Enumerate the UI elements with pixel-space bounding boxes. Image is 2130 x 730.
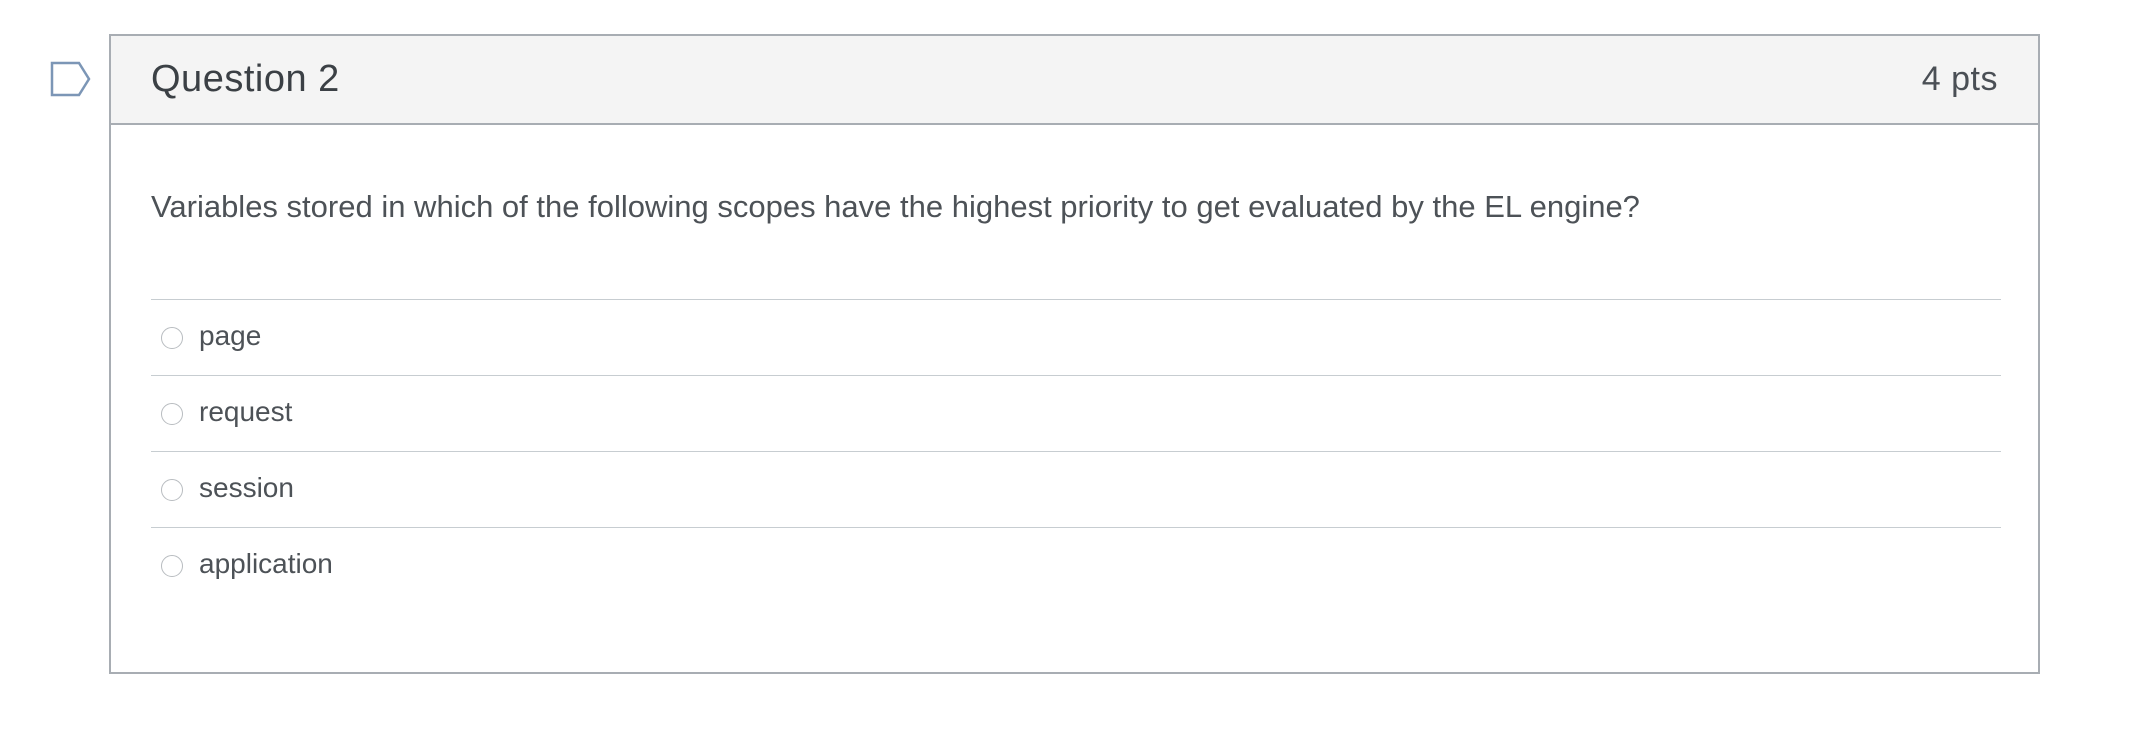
- question-header: Question 2 4 pts: [111, 36, 2038, 125]
- radio-button[interactable]: [161, 402, 183, 425]
- radio-button[interactable]: [161, 554, 183, 577]
- answer-option-page[interactable]: page: [151, 300, 2001, 376]
- question-points: 4 pts: [1921, 60, 1998, 98]
- quiz-page: Question 2 4 pts Variables stored in whi…: [0, 0, 2130, 730]
- answer-label: application: [199, 547, 333, 579]
- question-text: Variables stored in which of the followi…: [151, 189, 1640, 224]
- radio-button[interactable]: [161, 478, 183, 501]
- question-body: Variables stored in which of the followi…: [111, 187, 2038, 603]
- flag-question-icon[interactable]: [50, 61, 92, 97]
- answer-label: request: [199, 395, 293, 427]
- answer-label: session: [199, 471, 294, 503]
- question-card: Question 2 4 pts Variables stored in whi…: [109, 34, 2040, 674]
- radio-button[interactable]: [161, 326, 183, 349]
- answer-option-request[interactable]: request: [151, 376, 2001, 452]
- answer-option-application[interactable]: application: [151, 528, 2001, 603]
- answer-list: page request session application: [151, 299, 2001, 603]
- answer-option-session[interactable]: session: [151, 452, 2001, 528]
- answer-label: page: [199, 319, 262, 351]
- question-title: Question 2: [151, 58, 340, 100]
